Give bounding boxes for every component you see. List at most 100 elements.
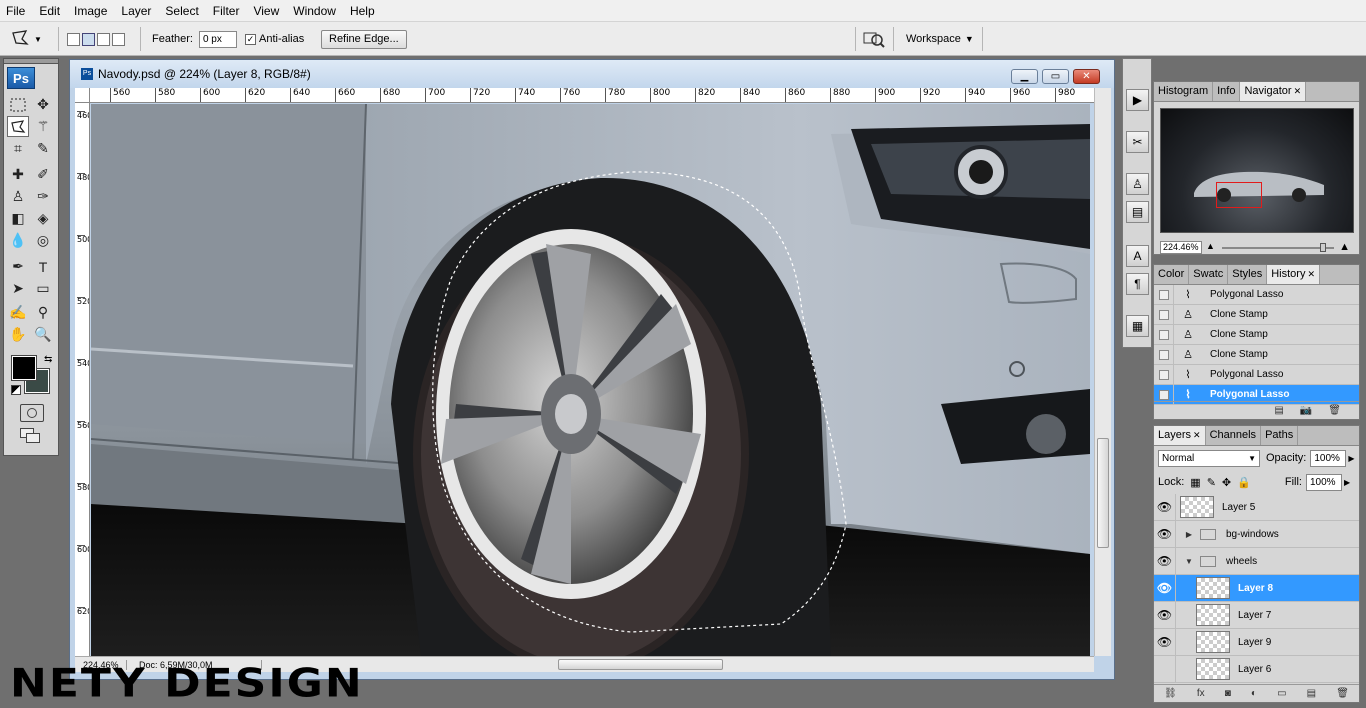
new-selection-icon[interactable] (67, 32, 80, 46)
vertical-scrollbar[interactable] (1094, 88, 1111, 656)
layer-style-icon[interactable]: fx (1197, 688, 1205, 699)
link-layers-icon[interactable]: ⛓ (1164, 688, 1177, 699)
clone-stamp-icon[interactable]: ♙ (7, 186, 29, 207)
expand-right-icon[interactable]: ▶ (1182, 530, 1196, 539)
chevron-right-icon[interactable]: ▶ (1344, 478, 1350, 487)
menu-file[interactable]: File (0, 0, 32, 22)
maximize-button[interactable]: ▭ (1042, 69, 1069, 84)
document-title-bar[interactable]: Ps Navody.psd @ 224% (Layer 8, RGB/8#) ▁… (70, 60, 1114, 88)
zoom-in-icon[interactable]: ▲ (1339, 241, 1350, 253)
history-source-box[interactable] (1154, 324, 1174, 345)
layer-comps-icon[interactable]: ▦ (1126, 315, 1149, 337)
tool-presets-icon[interactable]: ✂ (1126, 131, 1149, 153)
layer-thumbnail[interactable] (1180, 496, 1214, 518)
tab-info[interactable]: Info (1213, 82, 1241, 101)
history-source-box[interactable] (1154, 284, 1174, 305)
tab-history[interactable]: History ✕ (1267, 265, 1321, 284)
antialias-checkbox[interactable]: ✓ (245, 33, 256, 45)
layer-thumbnail[interactable] (1196, 604, 1230, 626)
dodge-tool-icon[interactable]: ◎ (32, 230, 54, 251)
slice-tool-icon[interactable]: ✎ (32, 138, 54, 159)
layer-row[interactable]: 👁 Layer 9 (1154, 628, 1359, 656)
zoom-out-icon[interactable]: ▲ (1206, 241, 1215, 251)
blur-tool-icon[interactable]: 💧 (7, 230, 29, 251)
tab-histogram[interactable]: Histogram (1154, 82, 1214, 101)
brush-tool-icon[interactable]: ✐ (32, 164, 54, 185)
tab-navigator[interactable]: Navigator ✕ (1240, 82, 1307, 101)
tab-color[interactable]: Color (1154, 265, 1190, 284)
layer-row[interactable]: 👁 Layer 5 (1154, 493, 1359, 521)
lock-all-icon[interactable]: 🔒 (1237, 476, 1251, 489)
horizontal-scroll-thumb[interactable] (558, 659, 723, 670)
horizontal-scrollbar[interactable] (335, 658, 1087, 671)
layer-group-row[interactable]: 👁 ▼ wheels (1154, 547, 1359, 575)
tab-swatches[interactable]: Swatc (1189, 265, 1229, 284)
vertical-scroll-thumb[interactable] (1097, 438, 1109, 548)
layer-thumbnail[interactable] (1196, 577, 1230, 599)
trash-icon[interactable]: 🗑 (1336, 688, 1349, 699)
foreground-color-swatch[interactable] (11, 355, 37, 381)
bridge-button[interactable] (862, 22, 886, 56)
intersect-selection-icon[interactable] (112, 32, 125, 46)
new-document-from-state-icon[interactable]: ▤ (1274, 405, 1283, 416)
feather-input[interactable]: 0 px (198, 30, 237, 48)
horizontal-ruler[interactable]: 560 580 600 620 640 660 680 700 720 740 760 780 800 8… (90, 88, 1102, 103)
layer-thumbnail[interactable] (1196, 658, 1230, 680)
menu-filter[interactable]: Filter (206, 0, 247, 22)
close-icon[interactable]: ✕ (1294, 86, 1302, 96)
layer-mask-icon[interactable]: ◙ (1225, 688, 1231, 699)
hand-tool-icon[interactable]: ✋ (7, 324, 29, 345)
menu-select[interactable]: Select (158, 0, 205, 22)
menu-edit[interactable]: Edit (32, 0, 67, 22)
vertical-ruler[interactable]: 460 480 500 520 540 560 580 600 620 (75, 103, 90, 656)
subtract-selection-icon[interactable] (97, 32, 110, 46)
layer-thumbnail[interactable] (1196, 631, 1230, 653)
menu-help[interactable]: Help (343, 0, 382, 22)
visibility-eye-icon[interactable]: 👁 (1154, 574, 1176, 602)
lock-transparent-icon[interactable]: ▦ (1190, 476, 1200, 489)
close-icon[interactable]: ✕ (1193, 430, 1201, 440)
clone-source-icon[interactable]: ♙ (1126, 173, 1149, 195)
navigator-zoom-slider[interactable]: ▲ ▲ (1202, 241, 1354, 254)
fill-input[interactable]: 100% (1305, 473, 1342, 491)
magic-wand-icon[interactable]: ⚚ (32, 116, 54, 137)
visibility-eye-icon[interactable]: 👁 (1154, 601, 1176, 629)
tool-preset-picker[interactable]: ▼ (10, 22, 52, 56)
character-icon[interactable]: A (1126, 245, 1149, 267)
menu-window[interactable]: Window (286, 0, 343, 22)
opacity-input[interactable]: 100% (1310, 449, 1347, 467)
visibility-eye-icon[interactable]: 👁 (1154, 520, 1176, 548)
new-snapshot-icon[interactable]: 📷 (1300, 405, 1312, 416)
layer-row[interactable]: Layer 6 (1154, 655, 1359, 683)
add-selection-icon[interactable] (82, 32, 95, 46)
paint-bucket-icon[interactable]: ◈ (32, 208, 54, 229)
healing-brush-icon[interactable]: ✚ (7, 164, 29, 185)
notes-tool-icon[interactable]: ✍ (7, 302, 29, 323)
marquee-tool-icon[interactable] (7, 94, 29, 115)
visibility-eye-icon[interactable]: 👁 (1154, 547, 1176, 575)
swap-colors-icon[interactable]: ⇆ (44, 354, 52, 365)
lock-position-icon[interactable]: ✥ (1222, 476, 1231, 489)
layer-row[interactable]: 👁 Layer 7 (1154, 601, 1359, 629)
screen-mode-icon[interactable] (20, 428, 44, 446)
minimize-button[interactable]: ▁ (1011, 69, 1038, 84)
menu-layer[interactable]: Layer (114, 0, 158, 22)
tab-layers[interactable]: Layers ✕ (1154, 426, 1206, 445)
new-group-icon[interactable]: ▭ (1277, 688, 1286, 699)
zoom-slider-knob[interactable] (1320, 242, 1326, 252)
path-selection-icon[interactable]: ➤ (7, 278, 29, 299)
history-source-box[interactable] (1154, 344, 1174, 365)
workspace-menu[interactable]: Workspace ▼ (906, 22, 974, 56)
tab-paths[interactable]: Paths (1261, 426, 1299, 445)
history-source-box[interactable] (1154, 304, 1174, 325)
adjustment-layer-icon[interactable]: ◐ (1251, 688, 1257, 699)
menu-image[interactable]: Image (67, 0, 114, 22)
paragraph-icon[interactable]: ¶ (1126, 273, 1149, 295)
menu-view[interactable]: View (246, 0, 286, 22)
navigator-zoom-input[interactable]: 224.46% (1160, 240, 1202, 254)
close-button[interactable]: ✕ (1073, 69, 1100, 84)
history-item[interactable]: ⌇ Polygonal Lasso (1154, 284, 1359, 305)
image-canvas[interactable] (91, 104, 1090, 656)
tab-styles[interactable]: Styles (1228, 265, 1268, 284)
ruler-origin[interactable] (75, 88, 90, 103)
